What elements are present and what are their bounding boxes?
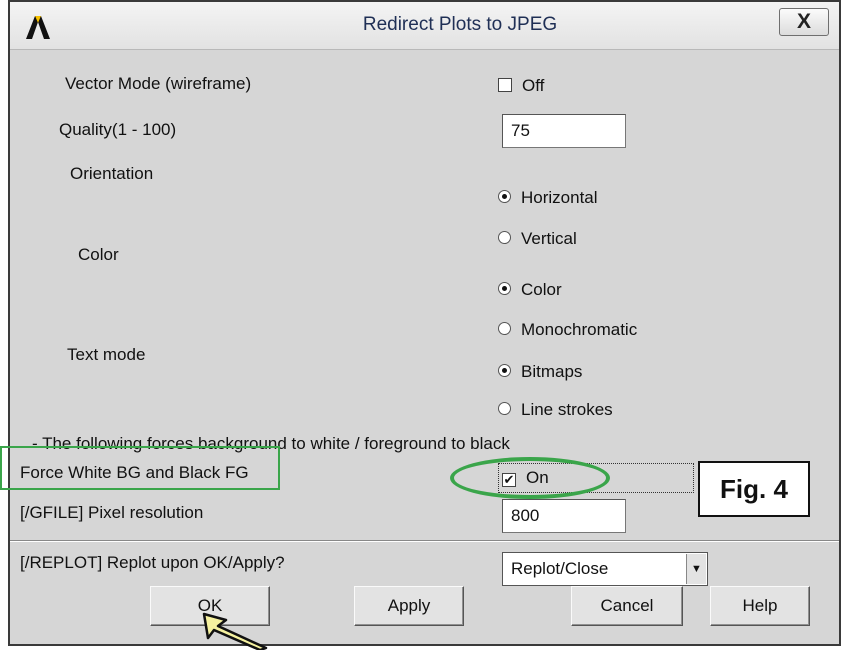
replot-label: [/REPLOT] Replot upon OK/Apply?: [20, 553, 285, 572]
title-bar: Redirect Plots to JPEG X: [10, 2, 839, 50]
text-mode-bitmaps-label: Bitmaps: [521, 362, 583, 381]
ansys-logo-icon: [26, 16, 50, 39]
window-title: Redirect Plots to JPEG: [362, 14, 558, 35]
quality-input[interactable]: 75: [502, 114, 626, 148]
text-mode-bitmaps-radio[interactable]: Bitmaps: [498, 362, 582, 382]
vector-mode-checkbox[interactable]: Off: [498, 76, 544, 96]
orientation-label: Orientation: [70, 164, 154, 183]
color-monochromatic-label: Monochromatic: [521, 320, 638, 339]
orientation-vertical-label: Vertical: [521, 229, 577, 248]
color-label: Color: [78, 245, 119, 264]
close-icon: X: [796, 10, 811, 33]
color-monochromatic-radio[interactable]: Monochromatic: [498, 320, 637, 340]
cancel-button[interactable]: Cancel: [571, 586, 683, 626]
text-mode-label: Text mode: [67, 345, 146, 364]
highlight-rectangle: [0, 446, 280, 490]
pointer-arrow-icon: [202, 612, 268, 650]
quality-label: Quality(1 - 100): [59, 120, 177, 139]
text-mode-line-strokes-radio[interactable]: Line strokes: [498, 400, 613, 420]
orientation-horizontal-label: Horizontal: [521, 188, 598, 207]
color-color-radio[interactable]: Color: [498, 280, 562, 300]
help-button[interactable]: Help: [710, 586, 810, 626]
separator: [10, 540, 839, 542]
vector-mode-value: Off: [522, 76, 545, 95]
radio-icon: [498, 282, 511, 295]
text-mode-line-strokes-label: Line strokes: [521, 400, 613, 419]
figure-label: Fig. 4: [698, 461, 810, 517]
vector-mode-label: Vector Mode (wireframe): [65, 74, 252, 93]
radio-icon: [498, 322, 511, 335]
checkbox-box: [498, 78, 512, 92]
pixel-resolution-label: [/GFILE] Pixel resolution: [20, 503, 204, 522]
chevron-down-icon[interactable]: ▼: [686, 554, 706, 584]
dialog-window: Redirect Plots to JPEG X Vector Mode (wi…: [8, 0, 841, 646]
radio-icon: [498, 364, 511, 377]
radio-icon: [498, 231, 511, 244]
orientation-horizontal-radio[interactable]: Horizontal: [498, 188, 598, 208]
radio-icon: [498, 190, 511, 203]
radio-icon: [498, 402, 511, 415]
pixel-resolution-input[interactable]: 800: [502, 499, 626, 533]
color-color-label: Color: [521, 280, 562, 299]
replot-selected-value: Replot/Close: [511, 559, 609, 578]
replot-select[interactable]: Replot/Close ▼: [502, 552, 708, 586]
close-button[interactable]: X: [779, 8, 829, 36]
orientation-vertical-radio[interactable]: Vertical: [498, 229, 577, 249]
apply-button[interactable]: Apply: [354, 586, 464, 626]
highlight-ellipse: [450, 457, 610, 499]
